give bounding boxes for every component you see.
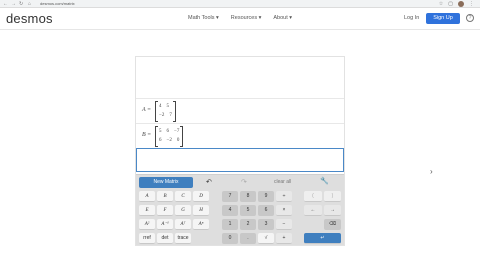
key-1[interactable]: 1 [222, 219, 238, 230]
menu-icon[interactable]: ⋮ [469, 1, 474, 7]
avatar[interactable] [458, 1, 464, 7]
extensions-icon[interactable]: ▢ [448, 1, 453, 7]
undo-icon[interactable]: ↶ [206, 178, 212, 186]
settings-wrench-icon[interactable]: 🔧 [320, 177, 329, 185]
key-paren-right[interactable]: ) [324, 191, 341, 202]
forward-icon[interactable]: → [11, 0, 16, 8]
key-7[interactable]: 7 [222, 191, 238, 202]
nav-math-tools[interactable]: Math Tools ▾ [188, 15, 219, 21]
key-square[interactable]: A² [139, 219, 155, 230]
site-header: desmos Math Tools ▾ Resources ▾ About ▾ … [0, 8, 480, 30]
matrix-cell: −7 [174, 129, 180, 134]
key-rref[interactable]: rref [139, 233, 155, 244]
help-icon[interactable]: ? [466, 14, 474, 22]
mouse-cursor-icon: › [430, 167, 433, 176]
key-6[interactable]: 6 [258, 205, 274, 216]
matrix-cell: 5 [166, 104, 170, 109]
home-icon[interactable]: ⌂ [28, 0, 31, 8]
key-f[interactable]: F [157, 205, 173, 216]
backspace-icon[interactable]: ⌫ [324, 219, 341, 230]
matrix-cell: 7 [169, 113, 172, 118]
matrix-calculator: A = 45 −2 7 B = 5 6 −7 6 −2 0 New Matrix ↶ ↷ … [135, 56, 345, 246]
matrix-cell: 5 [159, 129, 162, 134]
key-transpose[interactable]: Aᵀ [175, 219, 191, 230]
key-times[interactable]: × [276, 205, 292, 216]
address-bar[interactable]: desmos.com/matrix [40, 1, 75, 7]
key-b[interactable]: B [157, 191, 173, 202]
key-left-arrow[interactable]: ← [304, 205, 322, 216]
star-icon[interactable]: ☆ [439, 1, 443, 7]
key-trace[interactable]: trace [175, 233, 191, 244]
browser-bar: ← → ↻ ⌂ desmos.com/matrix ☆ ▢ ⋮ [0, 0, 480, 8]
key-e[interactable]: E [139, 205, 155, 216]
key-d[interactable]: D [193, 191, 209, 202]
key-4[interactable]: 4 [222, 205, 238, 216]
key-paren-left[interactable]: ( [304, 191, 322, 202]
expression-matrix-a[interactable]: A = 45 −2 7 [136, 99, 344, 124]
key-c[interactable]: C [175, 191, 191, 202]
key-a[interactable]: A [139, 191, 155, 202]
matrix-cell: 4 [159, 104, 162, 109]
matrix-cell: 0 [176, 138, 180, 143]
keypad: New Matrix ↶ ↷ clear all 🔧 A B C D E F G… [136, 174, 344, 245]
matrix-cell: 6 [159, 138, 162, 143]
matrix-b-label: B = [142, 132, 152, 138]
matrix-b: 5 6 −7 6 −2 0 [155, 126, 184, 147]
key-3[interactable]: 3 [258, 219, 274, 230]
login-link[interactable]: Log In [404, 15, 419, 21]
nav-about[interactable]: About ▾ [273, 15, 292, 21]
key-right-arrow[interactable]: → [324, 205, 341, 216]
key-8[interactable]: 8 [240, 191, 256, 202]
expression-empty[interactable] [136, 57, 344, 99]
signup-button[interactable]: Sign Up [426, 13, 460, 24]
enter-button[interactable]: ↵ [304, 233, 341, 244]
expression-matrix-b[interactable]: B = 5 6 −7 6 −2 0 [136, 124, 344, 149]
key-inverse[interactable]: A⁻¹ [157, 219, 173, 230]
expression-input-active[interactable] [136, 148, 344, 172]
back-icon[interactable]: ← [3, 0, 8, 8]
matrix-cell: −2 [159, 113, 165, 118]
matrix-a-label: A = [142, 107, 152, 113]
key-h[interactable]: H [193, 205, 209, 216]
matrix-cell: −2 [166, 138, 172, 143]
clear-all-button[interactable]: clear all [274, 179, 291, 185]
key-decimal[interactable]: . [240, 233, 256, 244]
key-det[interactable]: det [157, 233, 173, 244]
key-minus[interactable]: − [276, 219, 292, 230]
browser-icons: ☆ ▢ ⋮ [439, 0, 474, 8]
key-0[interactable]: 0 [222, 233, 238, 244]
key-5[interactable]: 5 [240, 205, 256, 216]
key-divide[interactable]: ÷ [276, 191, 292, 202]
key-plus[interactable]: + [276, 233, 292, 244]
desmos-logo[interactable]: desmos [6, 11, 53, 26]
key-2[interactable]: 2 [240, 219, 256, 230]
key-sqrt[interactable]: √ [258, 233, 274, 244]
main-nav: Math Tools ▾ Resources ▾ About ▾ [188, 15, 292, 21]
nav-resources[interactable]: Resources ▾ [231, 15, 262, 21]
new-matrix-button[interactable]: New Matrix [139, 177, 193, 188]
redo-icon[interactable]: ↷ [241, 178, 247, 186]
reload-icon[interactable]: ↻ [19, 0, 23, 8]
key-power[interactable]: Aⁿ [193, 219, 209, 230]
matrix-cell: 6 [166, 129, 170, 134]
matrix-a: 45 −2 7 [155, 101, 176, 122]
key-g[interactable]: G [175, 205, 191, 216]
key-9[interactable]: 9 [258, 191, 274, 202]
